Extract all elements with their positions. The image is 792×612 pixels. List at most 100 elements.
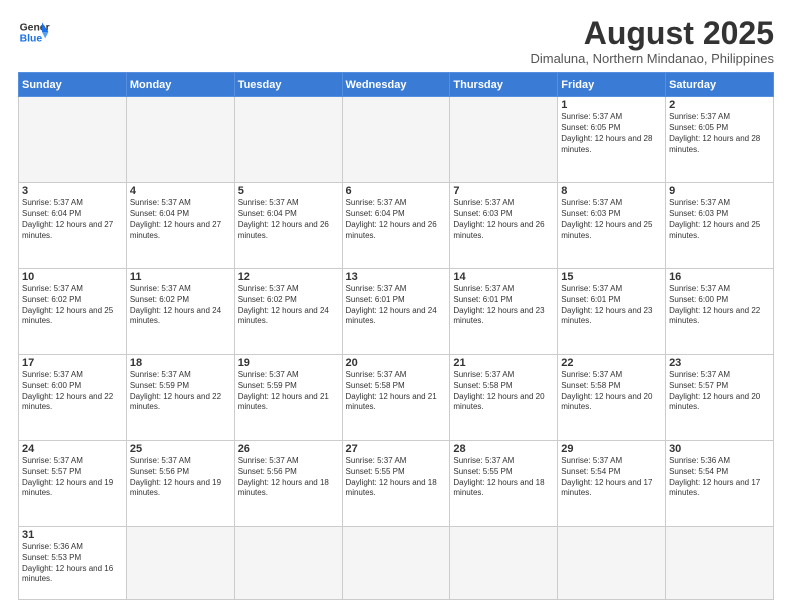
day-number: 27 bbox=[346, 443, 447, 455]
day-info: Sunrise: 5:37 AMSunset: 6:03 PMDaylight:… bbox=[561, 198, 662, 241]
day-number: 7 bbox=[453, 185, 554, 197]
svg-text:Blue: Blue bbox=[20, 34, 43, 45]
calendar-cell-1-4 bbox=[342, 97, 450, 183]
calendar-cell-2-5: 7Sunrise: 5:37 AMSunset: 6:03 PMDaylight… bbox=[450, 183, 558, 269]
day-info: Sunrise: 5:37 AMSunset: 5:58 PMDaylight:… bbox=[453, 370, 554, 413]
calendar-cell-4-4: 20Sunrise: 5:37 AMSunset: 5:58 PMDayligh… bbox=[342, 355, 450, 441]
day-number: 5 bbox=[238, 185, 339, 197]
day-number: 14 bbox=[453, 271, 554, 283]
calendar-cell-4-5: 21Sunrise: 5:37 AMSunset: 5:58 PMDayligh… bbox=[450, 355, 558, 441]
calendar-cell-5-5: 28Sunrise: 5:37 AMSunset: 5:55 PMDayligh… bbox=[450, 441, 558, 527]
calendar-cell-3-5: 14Sunrise: 5:37 AMSunset: 6:01 PMDayligh… bbox=[450, 269, 558, 355]
title-block: August 2025 Dimaluna, Northern Mindanao,… bbox=[530, 16, 774, 66]
day-info: Sunrise: 5:37 AMSunset: 5:55 PMDaylight:… bbox=[453, 456, 554, 499]
day-number: 23 bbox=[669, 357, 770, 369]
day-number: 26 bbox=[238, 443, 339, 455]
col-sunday: Sunday bbox=[19, 73, 127, 97]
day-number: 19 bbox=[238, 357, 339, 369]
calendar-cell-2-2: 4Sunrise: 5:37 AMSunset: 6:04 PMDaylight… bbox=[126, 183, 234, 269]
day-info: Sunrise: 5:37 AMSunset: 6:00 PMDaylight:… bbox=[669, 284, 770, 327]
calendar-week-2: 3Sunrise: 5:37 AMSunset: 6:04 PMDaylight… bbox=[19, 183, 774, 269]
day-number: 29 bbox=[561, 443, 662, 455]
calendar-cell-1-2 bbox=[126, 97, 234, 183]
day-number: 1 bbox=[561, 99, 662, 111]
day-info: Sunrise: 5:37 AMSunset: 6:02 PMDaylight:… bbox=[238, 284, 339, 327]
day-info: Sunrise: 5:37 AMSunset: 6:02 PMDaylight:… bbox=[130, 284, 231, 327]
calendar-cell-4-7: 23Sunrise: 5:37 AMSunset: 5:57 PMDayligh… bbox=[666, 355, 774, 441]
day-info: Sunrise: 5:37 AMSunset: 5:58 PMDaylight:… bbox=[346, 370, 447, 413]
calendar-cell-6-4 bbox=[342, 526, 450, 599]
day-info: Sunrise: 5:36 AMSunset: 5:54 PMDaylight:… bbox=[669, 456, 770, 499]
calendar-cell-1-7: 2Sunrise: 5:37 AMSunset: 6:05 PMDaylight… bbox=[666, 97, 774, 183]
day-number: 3 bbox=[22, 185, 123, 197]
calendar-cell-3-7: 16Sunrise: 5:37 AMSunset: 6:00 PMDayligh… bbox=[666, 269, 774, 355]
calendar-cell-6-5 bbox=[450, 526, 558, 599]
calendar-cell-2-4: 6Sunrise: 5:37 AMSunset: 6:04 PMDaylight… bbox=[342, 183, 450, 269]
calendar-cell-1-6: 1Sunrise: 5:37 AMSunset: 6:05 PMDaylight… bbox=[558, 97, 666, 183]
day-info: Sunrise: 5:37 AMSunset: 6:04 PMDaylight:… bbox=[130, 198, 231, 241]
col-wednesday: Wednesday bbox=[342, 73, 450, 97]
day-number: 2 bbox=[669, 99, 770, 111]
calendar-cell-6-3 bbox=[234, 526, 342, 599]
day-number: 9 bbox=[669, 185, 770, 197]
day-info: Sunrise: 5:37 AMSunset: 5:57 PMDaylight:… bbox=[22, 456, 123, 499]
day-info: Sunrise: 5:37 AMSunset: 6:03 PMDaylight:… bbox=[669, 198, 770, 241]
day-info: Sunrise: 5:36 AMSunset: 5:53 PMDaylight:… bbox=[22, 542, 123, 585]
calendar-cell-6-7 bbox=[666, 526, 774, 599]
calendar-table: Sunday Monday Tuesday Wednesday Thursday… bbox=[18, 72, 774, 600]
day-info: Sunrise: 5:37 AMSunset: 6:05 PMDaylight:… bbox=[561, 112, 662, 155]
day-number: 4 bbox=[130, 185, 231, 197]
calendar-cell-4-1: 17Sunrise: 5:37 AMSunset: 6:00 PMDayligh… bbox=[19, 355, 127, 441]
page: General Blue August 2025 Dimaluna, North… bbox=[0, 0, 792, 612]
calendar-week-5: 24Sunrise: 5:37 AMSunset: 5:57 PMDayligh… bbox=[19, 441, 774, 527]
day-info: Sunrise: 5:37 AMSunset: 6:01 PMDaylight:… bbox=[346, 284, 447, 327]
day-number: 15 bbox=[561, 271, 662, 283]
calendar-cell-4-2: 18Sunrise: 5:37 AMSunset: 5:59 PMDayligh… bbox=[126, 355, 234, 441]
day-info: Sunrise: 5:37 AMSunset: 5:56 PMDaylight:… bbox=[130, 456, 231, 499]
calendar-cell-5-2: 25Sunrise: 5:37 AMSunset: 5:56 PMDayligh… bbox=[126, 441, 234, 527]
day-info: Sunrise: 5:37 AMSunset: 6:00 PMDaylight:… bbox=[22, 370, 123, 413]
day-info: Sunrise: 5:37 AMSunset: 6:04 PMDaylight:… bbox=[346, 198, 447, 241]
calendar-cell-5-7: 30Sunrise: 5:36 AMSunset: 5:54 PMDayligh… bbox=[666, 441, 774, 527]
calendar-cell-2-6: 8Sunrise: 5:37 AMSunset: 6:03 PMDaylight… bbox=[558, 183, 666, 269]
day-number: 17 bbox=[22, 357, 123, 369]
calendar-week-3: 10 Sunrise: 5:37 AMSunset: 6:02 PMDayligh… bbox=[19, 269, 774, 355]
day-number: 21 bbox=[453, 357, 554, 369]
calendar-cell-1-3 bbox=[234, 97, 342, 183]
col-friday: Friday bbox=[558, 73, 666, 97]
day-number: 22 bbox=[561, 357, 662, 369]
day-info: Sunrise: 5:37 AMSunset: 5:59 PMDaylight:… bbox=[238, 370, 339, 413]
calendar-cell-3-2: 11Sunrise: 5:37 AMSunset: 6:02 PMDayligh… bbox=[126, 269, 234, 355]
calendar-cell-5-4: 27Sunrise: 5:37 AMSunset: 5:55 PMDayligh… bbox=[342, 441, 450, 527]
day-number: 8 bbox=[561, 185, 662, 197]
day-number: 11 bbox=[130, 271, 231, 283]
day-number: 16 bbox=[669, 271, 770, 283]
day-number: 25 bbox=[130, 443, 231, 455]
logo: General Blue bbox=[18, 16, 50, 48]
day-number: 30 bbox=[669, 443, 770, 455]
day-number: 28 bbox=[453, 443, 554, 455]
calendar-cell-5-1: 24Sunrise: 5:37 AMSunset: 5:57 PMDayligh… bbox=[19, 441, 127, 527]
day-info: Sunrise: 5:37 AMSunset: 6:01 PMDaylight:… bbox=[453, 284, 554, 327]
calendar-cell-1-5 bbox=[450, 97, 558, 183]
calendar-title: August 2025 bbox=[530, 16, 774, 51]
day-info: Sunrise: 5:37 AMSunset: 6:04 PMDaylight:… bbox=[238, 198, 339, 241]
day-info: Sunrise: 5:37 AMSunset: 5:55 PMDaylight:… bbox=[346, 456, 447, 499]
day-number: 13 bbox=[346, 271, 447, 283]
day-number: 20 bbox=[346, 357, 447, 369]
calendar-cell-6-2 bbox=[126, 526, 234, 599]
day-number: 18 bbox=[130, 357, 231, 369]
col-tuesday: Tuesday bbox=[234, 73, 342, 97]
header-row: Sunday Monday Tuesday Wednesday Thursday… bbox=[19, 73, 774, 97]
calendar-subtitle: Dimaluna, Northern Mindanao, Philippines bbox=[530, 51, 774, 66]
calendar-cell-1-1 bbox=[19, 97, 127, 183]
day-number: 10 bbox=[22, 271, 123, 283]
calendar-cell-4-6: 22Sunrise: 5:37 AMSunset: 5:58 PMDayligh… bbox=[558, 355, 666, 441]
calendar-cell-4-3: 19Sunrise: 5:37 AMSunset: 5:59 PMDayligh… bbox=[234, 355, 342, 441]
calendar-cell-5-3: 26Sunrise: 5:37 AMSunset: 5:56 PMDayligh… bbox=[234, 441, 342, 527]
calendar-week-6: 31Sunrise: 5:36 AMSunset: 5:53 PMDayligh… bbox=[19, 526, 774, 599]
day-number: 12 bbox=[238, 271, 339, 283]
calendar-cell-3-4: 13Sunrise: 5:37 AMSunset: 6:01 PMDayligh… bbox=[342, 269, 450, 355]
calendar-week-4: 17Sunrise: 5:37 AMSunset: 6:00 PMDayligh… bbox=[19, 355, 774, 441]
day-info: Sunrise: 5:37 AMSunset: 6:04 PMDaylight:… bbox=[22, 198, 123, 241]
